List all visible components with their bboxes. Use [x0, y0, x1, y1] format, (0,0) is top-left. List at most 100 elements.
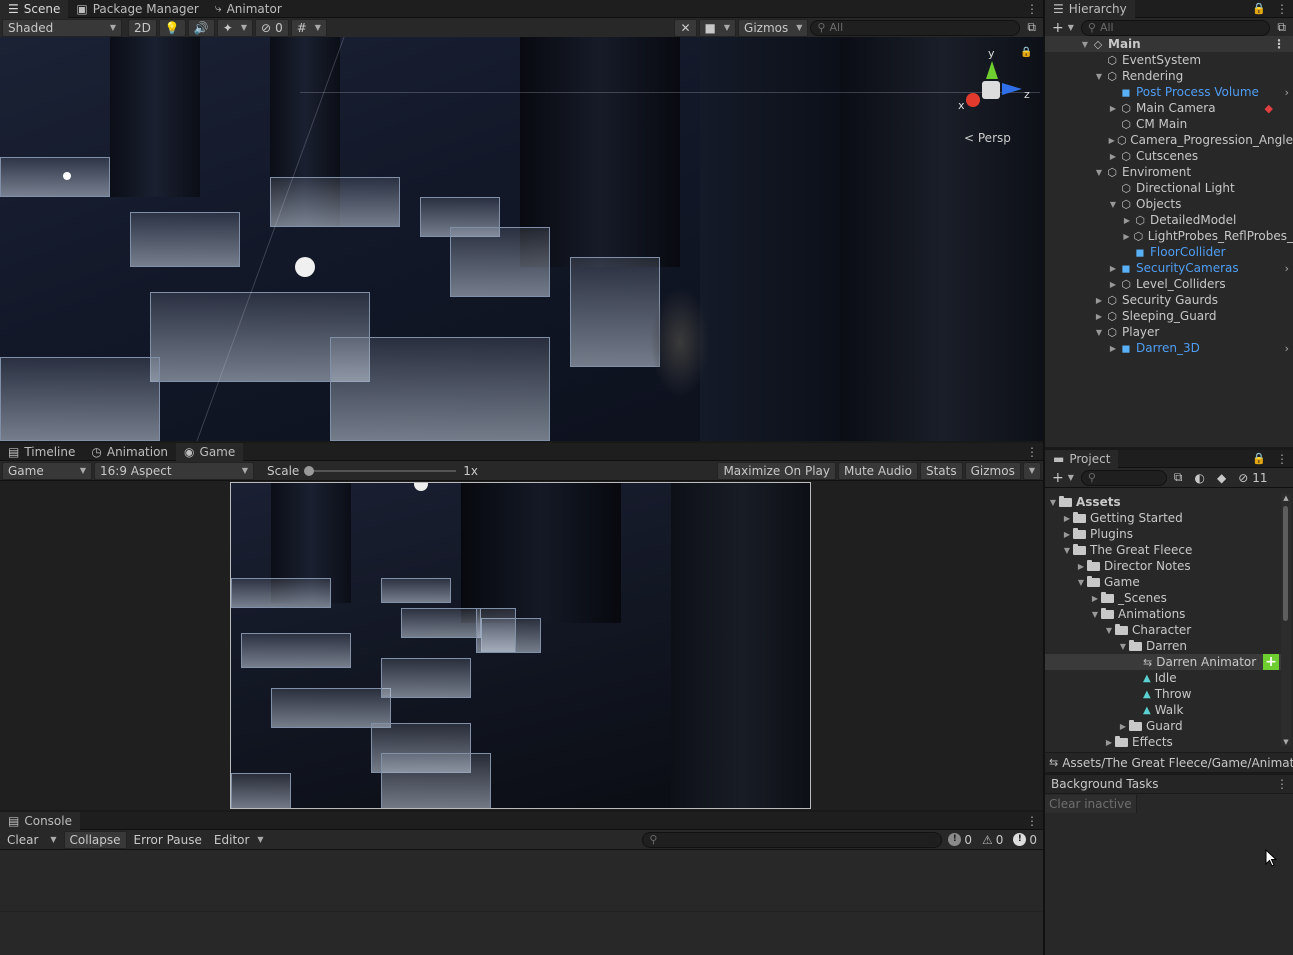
project-item[interactable]: ▲ Throw — [1045, 686, 1281, 702]
aspect-dropdown[interactable]: 16:9 Aspect ▼ — [94, 461, 254, 480]
chevron-right-icon[interactable]: ▶ — [1093, 312, 1105, 321]
scale-slider[interactable] — [304, 465, 457, 476]
camera-icon[interactable]: ■ ▼ — [698, 18, 737, 37]
tab-game[interactable]: ◉ Game — [176, 442, 244, 461]
project-item[interactable]: ▶ Getting Started — [1045, 510, 1281, 526]
add-object-button[interactable]: + ▼ — [1047, 19, 1079, 37]
display-dropdown[interactable]: Game ▼ — [2, 461, 92, 480]
shading-mode-dropdown[interactable]: Shaded ▼ — [2, 18, 122, 37]
tools-icon[interactable]: ✕ — [674, 18, 697, 37]
chevron-down-icon[interactable]: ▼ — [1089, 610, 1101, 619]
chevron-right-icon[interactable]: ▶ — [1107, 136, 1116, 145]
chevron-down-icon[interactable]: ▼ — [1061, 546, 1073, 555]
clear-options-dropdown[interactable]: ▼ — [45, 831, 61, 849]
chevron-right-icon[interactable]: ▶ — [1121, 216, 1133, 225]
chevron-right-icon[interactable]: › — [1285, 86, 1289, 99]
chevron-right-icon[interactable]: ▶ — [1061, 530, 1073, 539]
filter-by-label-icon[interactable]: ◆ — [1212, 469, 1231, 487]
hierarchy-item[interactable]: ▶ ⬡ Security Gaurds — [1045, 292, 1293, 308]
chevron-right-icon[interactable]: ▶ — [1075, 562, 1087, 571]
hierarchy-item[interactable]: ▶ ⬡ Sleeping_Guard — [1045, 308, 1293, 324]
chevron-right-icon[interactable]: ▶ — [1103, 738, 1115, 747]
scrollbar-thumb[interactable] — [1283, 506, 1288, 621]
chevron-down-icon[interactable]: ▼ — [1093, 168, 1105, 177]
project-item[interactable]: ▼ Game — [1045, 574, 1281, 590]
light-gizmo-icon[interactable] — [63, 172, 71, 180]
filter-by-type-icon[interactable]: ◐ — [1189, 469, 1209, 487]
scene-search-input[interactable]: ⚲ All — [810, 19, 1021, 36]
scene-menu-dots-icon[interactable]: ⋮ — [1273, 37, 1293, 51]
effects-toggle-icon[interactable]: ✦ ▼ — [216, 18, 253, 37]
hierarchy-item[interactable]: ▶ ⬡ LightProbes_ReflProbes_ — [1045, 228, 1293, 244]
axis-x-cone[interactable] — [966, 93, 980, 107]
hierarchy-item[interactable]: ▼ ⬡ Player — [1045, 324, 1293, 340]
hierarchy-item[interactable]: ▶ ⬡ Cutscenes — [1045, 148, 1293, 164]
hierarchy-item[interactable]: ▶ ⬡ Level_Colliders — [1045, 276, 1293, 292]
chevron-right-icon[interactable]: › — [1285, 262, 1289, 275]
hierarchy-item[interactable]: ▼ ⬡ Enviroment — [1045, 164, 1293, 180]
scene-viewport[interactable]: y z x < Persp 🔒 — [0, 37, 1043, 441]
hierarchy-item[interactable]: ◼ FloorCollider — [1045, 244, 1293, 260]
collapse-button[interactable]: Collapse — [63, 830, 127, 849]
grid-toggle-icon[interactable]: # ▼ — [290, 18, 327, 37]
chevron-right-icon[interactable]: ▶ — [1093, 296, 1105, 305]
toggle-2d-button[interactable]: 2D — [128, 18, 157, 37]
editor-dropdown[interactable]: Editor ▼ — [209, 831, 269, 849]
tab-scene[interactable]: ☰ Scene — [0, 0, 69, 18]
hierarchy-item[interactable]: ◼ Post Process Volume › — [1045, 84, 1293, 100]
tab-package-manager[interactable]: ▣ Package Manager — [68, 0, 207, 18]
lock-icon[interactable]: 🔒 — [1020, 47, 1032, 58]
mute-audio-button[interactable]: Mute Audio — [838, 461, 918, 480]
axis-z-cone[interactable] — [1002, 83, 1022, 95]
project-item[interactable]: ▶ Director Notes — [1045, 558, 1281, 574]
project-item[interactable]: ⇆ Darren Animator + — [1045, 654, 1281, 670]
project-scrollbar[interactable]: ▲ ▼ — [1281, 494, 1291, 746]
game-viewport[interactable] — [230, 482, 811, 809]
hierarchy-item[interactable]: ▶ ◼ Darren_3D › — [1045, 340, 1293, 356]
project-item[interactable]: ▶ Guard — [1045, 718, 1281, 734]
hierarchy-item[interactable]: ▼ ⬡ Objects — [1045, 196, 1293, 212]
clear-button[interactable]: Clear — [2, 831, 43, 849]
chevron-right-icon[interactable]: ▶ — [1107, 344, 1119, 353]
chevron-right-icon[interactable]: ▶ — [1121, 232, 1132, 241]
project-item[interactable]: ▼ Animations — [1045, 606, 1281, 622]
orientation-gizmo[interactable]: y z x < Persp — [958, 47, 1038, 145]
tab-animator[interactable]: ⤷ Animator — [207, 0, 290, 18]
tab-animation[interactable]: ◷ Animation — [83, 443, 176, 461]
scene-menu-icon[interactable]: ⋮ — [1020, 2, 1043, 16]
project-item[interactable]: ▼ The Great Fleece — [1045, 542, 1281, 558]
create-asset-button[interactable]: + ▼ — [1047, 469, 1079, 487]
hierarchy-item[interactable]: ⬡ EventSystem — [1045, 52, 1293, 68]
stats-button[interactable]: Stats — [919, 461, 963, 480]
project-item[interactable]: ▶ Plugins — [1045, 526, 1281, 542]
axis-y-cone[interactable] — [986, 61, 998, 79]
chevron-down-icon[interactable]: ▼ — [1093, 72, 1105, 81]
project-search-input[interactable]: ⚲ — [1080, 469, 1167, 486]
clear-inactive-button[interactable]: Clear inactive — [1045, 794, 1137, 813]
project-item[interactable]: ▶ _Scenes — [1045, 590, 1281, 606]
lock-icon[interactable]: 🔒 — [1248, 2, 1270, 15]
chevron-right-icon[interactable]: ▶ — [1107, 152, 1119, 161]
tab-hierarchy[interactable]: ☰ Hierarchy — [1045, 0, 1135, 18]
chevron-down-icon[interactable]: ▼ — [1117, 642, 1129, 651]
scroll-down-icon[interactable]: ▼ — [1281, 738, 1291, 746]
chevron-down-icon[interactable]: ▼ — [1103, 626, 1115, 635]
gizmo-center-cube[interactable] — [982, 81, 1000, 99]
project-item[interactable]: ▶ Effects — [1045, 734, 1281, 750]
tab-project[interactable]: ▬ Project — [1045, 449, 1119, 468]
scale-slider-handle[interactable] — [304, 465, 315, 476]
error-filter-button[interactable]: ! 0 — [1009, 833, 1041, 847]
hierarchy-menu-icon[interactable]: ⋮ — [1270, 2, 1293, 16]
project-item[interactable]: ▼ Darren — [1045, 638, 1281, 654]
chevron-down-icon[interactable]: ▼ — [1093, 328, 1105, 337]
hierarchy-item[interactable]: ▶ ⬡ Camera_Progression_Angle — [1045, 132, 1293, 148]
console-search-input[interactable]: ⚲ — [642, 831, 943, 848]
console-log-area[interactable] — [0, 852, 1043, 912]
game-gizmos-button[interactable]: Gizmos — [964, 461, 1021, 480]
background-tasks-menu-icon[interactable]: ⋮ — [1270, 777, 1293, 791]
audio-toggle-icon[interactable]: 🔊 — [187, 18, 215, 37]
search-filter-icon[interactable]: ⧉ — [1272, 19, 1291, 37]
light-gizmo-icon[interactable] — [295, 257, 315, 277]
chevron-right-icon[interactable]: ▶ — [1117, 722, 1129, 731]
chevron-right-icon[interactable]: ▶ — [1061, 514, 1073, 523]
